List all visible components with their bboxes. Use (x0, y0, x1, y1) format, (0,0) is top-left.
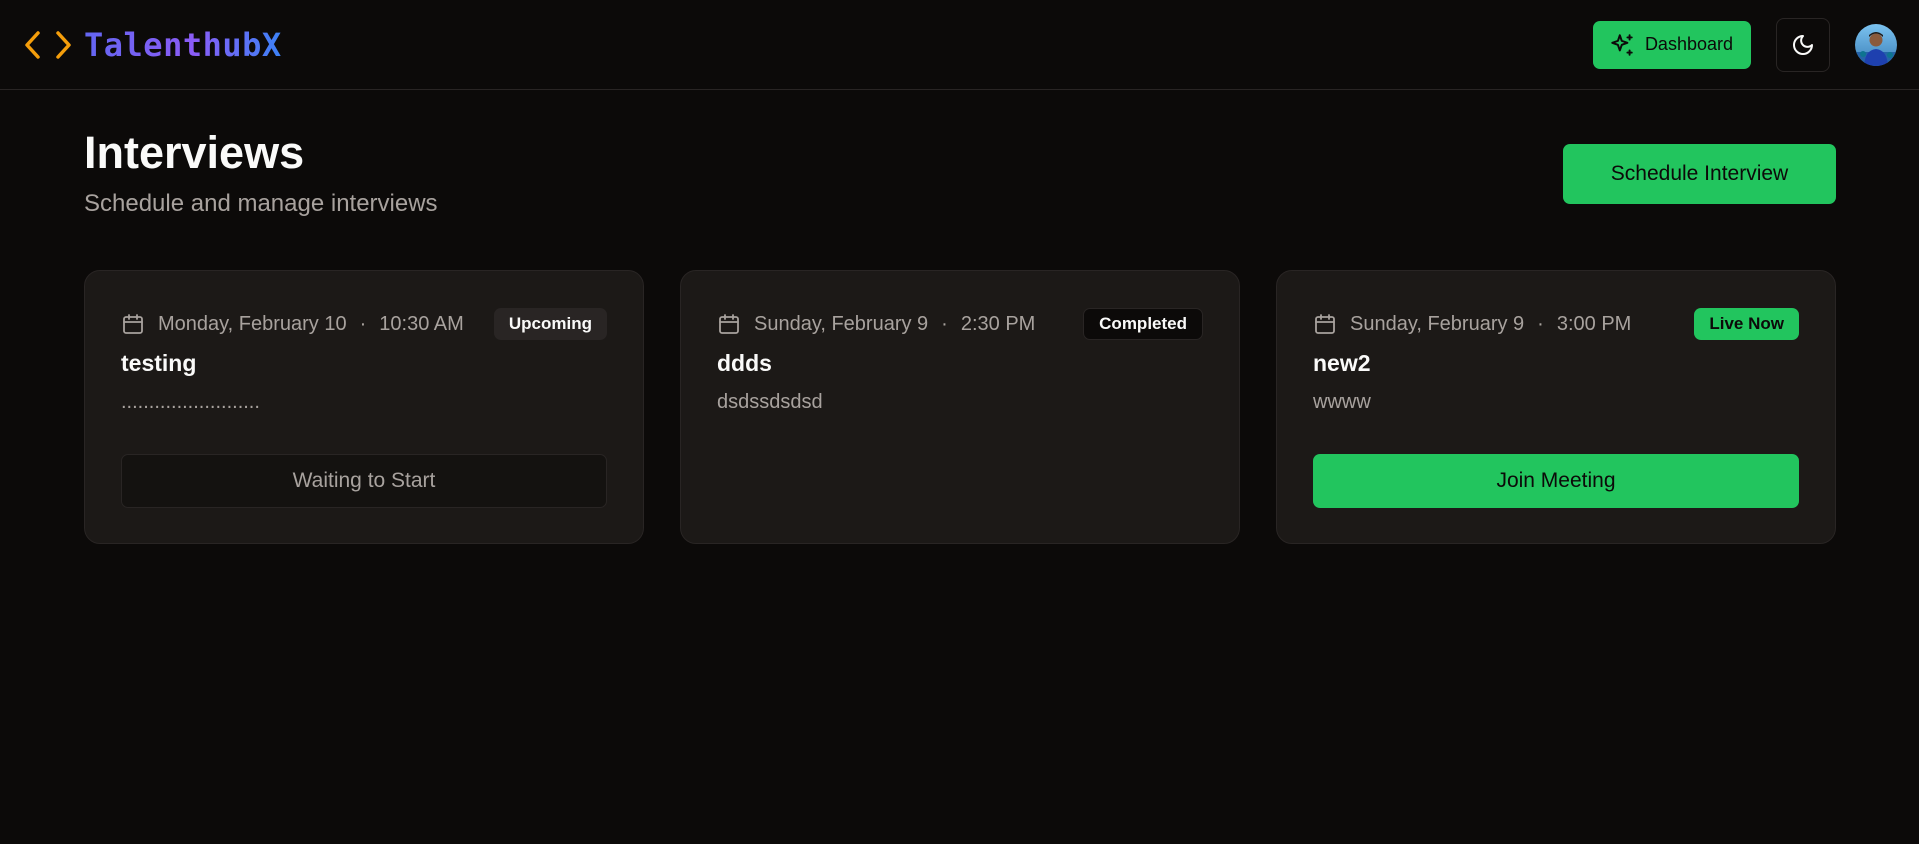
status-badge: Completed (1083, 308, 1203, 340)
interview-title: testing (121, 350, 197, 376)
interview-datetime: Sunday, February 9 · 2:30 PM (717, 312, 1035, 336)
calendar-icon (1315, 314, 1335, 334)
interview-title: new2 (1313, 350, 1371, 376)
dashboard-button[interactable]: Dashboard (1592, 20, 1751, 69)
moon-icon (1793, 34, 1813, 55)
brand-link[interactable]: TalenthubX (24, 26, 282, 64)
status-badge: Live Now (1694, 308, 1799, 340)
interview-cards: Monday, February 10 · 10:30 AM Upcoming … (84, 270, 1836, 544)
join-meeting-button[interactable]: Join Meeting (1313, 454, 1799, 508)
sparkles-icon (1611, 33, 1633, 56)
interview-datetime: Monday, February 10 · 10:30 AM (121, 312, 464, 336)
status-badge: Upcoming (493, 308, 607, 340)
interview-time: 3:00 PM (1556, 312, 1632, 335)
page-title: Interviews (84, 127, 305, 178)
avatar-image (1855, 23, 1897, 66)
interview-time: 10:30 AM (379, 312, 464, 335)
interview-date: Monday, February 10 (158, 312, 347, 335)
code-brackets-icon (25, 30, 71, 59)
brand-name: TalenthubX (84, 25, 282, 64)
date-separator: · (941, 312, 948, 335)
date-separator: · (359, 312, 367, 335)
interview-description: ......................... (121, 391, 260, 413)
interview-date: Sunday, February 9 (1350, 312, 1525, 335)
interview-date: Sunday, February 9 (754, 312, 929, 335)
interview-card[interactable]: Sunday, February 9 · 2:30 PM Completed d… (680, 270, 1240, 544)
interview-card[interactable]: Monday, February 10 · 10:30 AM Upcoming … (84, 270, 644, 544)
schedule-interview-button[interactable]: Schedule Interview (1563, 144, 1836, 204)
waiting-to-start-button[interactable]: Waiting to Start (121, 454, 607, 508)
page-header: Interviews Schedule and manage interview… (84, 126, 1836, 218)
calendar-icon (123, 314, 143, 334)
calendar-icon (719, 314, 739, 334)
interview-card[interactable]: Sunday, February 9 · 3:00 PM Live Now ne… (1276, 270, 1836, 544)
interview-datetime: Sunday, February 9 · 3:00 PM (1313, 312, 1631, 336)
theme-toggle-button[interactable] (1776, 17, 1830, 72)
dashboard-label: Dashboard (1644, 34, 1733, 54)
interview-time: 2:30 PM (960, 312, 1036, 335)
top-navbar: TalenthubX Dashboard (0, 0, 1919, 90)
interview-description: dsdssdsdsd (717, 391, 823, 413)
date-separator: · (1537, 312, 1544, 335)
interview-description: wwww (1313, 391, 1371, 413)
page-subtitle: Schedule and manage interviews (84, 190, 438, 217)
interview-title: ddds (717, 350, 772, 376)
user-avatar[interactable] (1855, 23, 1897, 66)
